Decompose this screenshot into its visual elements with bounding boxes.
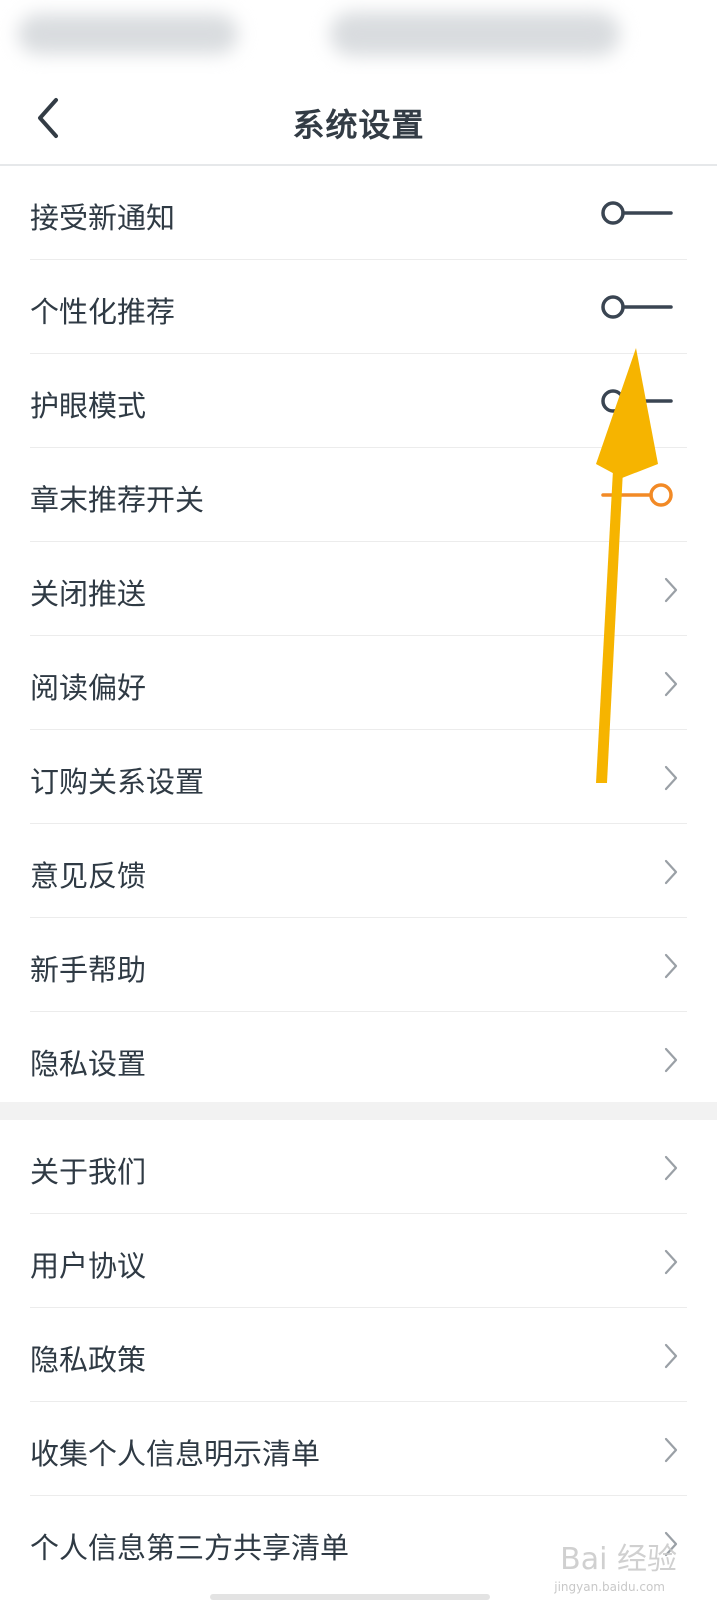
chevron-right-icon	[664, 1155, 678, 1181]
setting-row-subscription[interactable]: 订购关系设置	[0, 730, 717, 824]
page-title: 系统设置	[292, 106, 425, 144]
setting-label: 订购关系设置	[30, 765, 205, 799]
setting-label: 隐私设置	[30, 1047, 147, 1081]
toggle-on-icon[interactable]	[601, 480, 673, 510]
home-indicator	[210, 1594, 490, 1600]
setting-label: 新手帮助	[30, 953, 147, 987]
setting-row-feedback[interactable]: 意见反馈	[0, 824, 717, 918]
setting-label: 关于我们	[30, 1155, 147, 1189]
setting-row-reading-pref[interactable]: 阅读偏好	[0, 636, 717, 730]
setting-label: 接受新通知	[30, 201, 176, 235]
setting-label: 阅读偏好	[30, 671, 147, 705]
status-bar-blur-right	[330, 12, 620, 56]
watermark-logo: Bai 经验	[560, 1542, 677, 1577]
status-bar-blur-left	[18, 14, 238, 54]
setting-row-user-agreement[interactable]: 用户协议	[0, 1214, 717, 1308]
setting-label: 隐私政策	[30, 1343, 147, 1377]
setting-label: 关闭推送	[30, 577, 147, 611]
chevron-right-icon	[664, 953, 678, 979]
setting-row-notifications[interactable]: 接受新通知	[0, 166, 717, 260]
setting-label: 章末推荐开关	[30, 483, 205, 517]
setting-label: 个性化推荐	[30, 295, 176, 329]
setting-label: 护眼模式	[30, 389, 147, 423]
about-group: 关于我们 用户协议 隐私政策 收集个人信息明示清单 个人信息第三方共享清单	[0, 1120, 717, 1590]
chevron-right-icon	[664, 671, 678, 697]
chevron-right-icon	[664, 1249, 678, 1275]
chevron-right-icon	[664, 1047, 678, 1073]
chevron-right-icon	[664, 859, 678, 885]
chevron-right-icon	[664, 1343, 678, 1369]
setting-row-about-us[interactable]: 关于我们	[0, 1120, 717, 1214]
setting-row-chapter-end[interactable]: 章末推荐开关	[0, 448, 717, 542]
setting-row-privacy-settings[interactable]: 隐私设置	[0, 1012, 717, 1106]
toggle-off-icon[interactable]	[601, 198, 673, 228]
chevron-right-icon	[664, 765, 678, 791]
setting-row-info-collection[interactable]: 收集个人信息明示清单	[0, 1402, 717, 1496]
toggle-off-icon[interactable]	[601, 292, 673, 322]
setting-label: 个人信息第三方共享清单	[30, 1531, 350, 1565]
settings-group: 接受新通知 个性化推荐 护眼模式 章末推荐开关 关闭推送 阅读偏好 订购关系设置…	[0, 166, 717, 1106]
setting-row-help[interactable]: 新手帮助	[0, 918, 717, 1012]
toggle-off-icon[interactable]	[601, 386, 673, 416]
setting-row-close-push[interactable]: 关闭推送	[0, 542, 717, 636]
nav-bar: 系统设置	[0, 74, 717, 166]
section-separator	[0, 1102, 717, 1120]
setting-row-personalized[interactable]: 个性化推荐	[0, 260, 717, 354]
status-bar	[0, 0, 717, 66]
setting-label: 用户协议	[30, 1249, 147, 1283]
chevron-right-icon	[664, 577, 678, 603]
setting-row-privacy-policy[interactable]: 隐私政策	[0, 1308, 717, 1402]
watermark-url: jingyan.baidu.com	[554, 1580, 665, 1594]
setting-label: 收集个人信息明示清单	[30, 1437, 321, 1471]
setting-row-eye-care[interactable]: 护眼模式	[0, 354, 717, 448]
chevron-right-icon	[664, 1437, 678, 1463]
setting-label: 意见反馈	[30, 859, 147, 893]
